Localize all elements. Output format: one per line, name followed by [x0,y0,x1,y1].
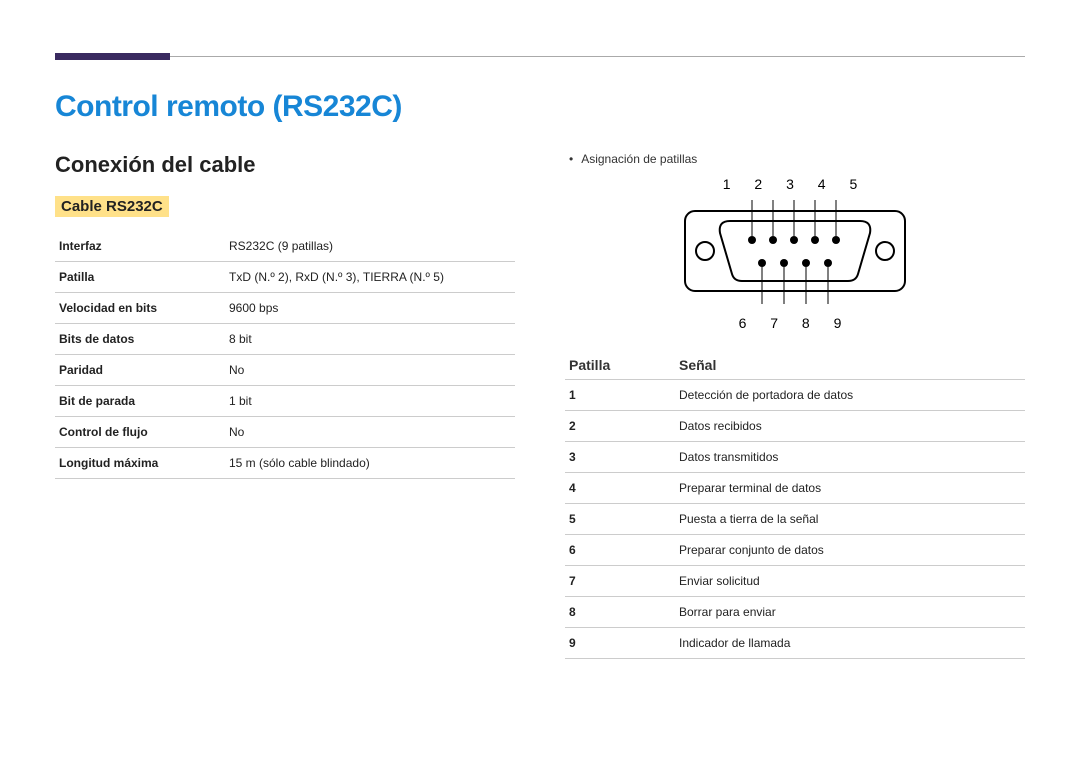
pin-number: 3 [565,442,675,473]
table-row: 9Indicador de llamada [565,628,1025,659]
bottom-pin-numbers: 6 7 8 9 [565,315,1025,331]
content-columns: Conexión del cable Cable RS232C Interfaz… [55,152,1025,659]
header-accent-bar [55,53,170,60]
table-row: Bits de datos8 bit [55,324,515,355]
spec-value: 8 bit [225,324,515,355]
pin-number: 4 [565,473,675,504]
spec-value: TxD (N.º 2), RxD (N.º 3), TIERRA (N.º 5) [225,262,515,293]
spec-label: Interfaz [55,231,225,262]
pin-signal: Preparar terminal de datos [675,473,1025,504]
spec-value: 9600 bps [225,293,515,324]
pin-number: 9 [565,628,675,659]
bullet-icon: • [569,152,573,166]
pin-number: 5 [565,504,675,535]
spec-value: No [225,355,515,386]
connector-diagram: 1 2 3 4 5 [565,176,1025,331]
page-title: Control remoto (RS232C) [55,90,1025,124]
spec-label: Bit de parada [55,386,225,417]
table-row: 4Preparar terminal de datos [565,473,1025,504]
table-row: Control de flujoNo [55,417,515,448]
spec-label: Bits de datos [55,324,225,355]
spec-value: 15 m (sólo cable blindado) [225,448,515,479]
pin-signal: Detección de portadora de datos [675,380,1025,411]
table-row: 8Borrar para enviar [565,597,1025,628]
spec-table: InterfazRS232C (9 patillas) PatillaTxD (… [55,231,515,479]
table-row: 7Enviar solicitud [565,566,1025,597]
table-row: InterfazRS232C (9 patillas) [55,231,515,262]
spec-label: Control de flujo [55,417,225,448]
signal-column-header: Señal [675,351,1025,380]
pin-column-header: Patilla [565,351,675,380]
pin-signal: Indicador de llamada [675,628,1025,659]
pin-number: 8 [565,597,675,628]
pin-signal: Enviar solicitud [675,566,1025,597]
table-row: Longitud máxima15 m (sólo cable blindado… [55,448,515,479]
left-column: Conexión del cable Cable RS232C Interfaz… [55,152,515,659]
table-row: Velocidad en bits9600 bps [55,293,515,324]
db9-connector-icon [680,196,910,306]
table-row: PatillaTxD (N.º 2), RxD (N.º 3), TIERRA … [55,262,515,293]
table-row: 2Datos recibidos [565,411,1025,442]
table-row: 3Datos transmitidos [565,442,1025,473]
spec-label: Velocidad en bits [55,293,225,324]
spec-label: Longitud máxima [55,448,225,479]
pin-signal-table: Patilla Señal 1Detección de portadora de… [565,351,1025,659]
pin-signal: Borrar para enviar [675,597,1025,628]
subsection-heading: Cable RS232C [55,196,169,217]
pin-signal: Preparar conjunto de datos [675,535,1025,566]
pin-assignment-heading: • Asignación de patillas [569,152,1025,166]
table-row: 1Detección de portadora de datos [565,380,1025,411]
spec-value: 1 bit [225,386,515,417]
spec-value: RS232C (9 patillas) [225,231,515,262]
pin-signal: Datos recibidos [675,411,1025,442]
table-row: ParidadNo [55,355,515,386]
spec-value: No [225,417,515,448]
spec-label: Paridad [55,355,225,386]
pin-number: 6 [565,535,675,566]
table-row: 6Preparar conjunto de datos [565,535,1025,566]
pin-number: 7 [565,566,675,597]
pin-signal: Datos transmitidos [675,442,1025,473]
right-column: • Asignación de patillas 1 2 3 4 5 [565,152,1025,659]
pin-number: 1 [565,380,675,411]
table-row: Bit de parada1 bit [55,386,515,417]
table-row: 5Puesta a tierra de la señal [565,504,1025,535]
pin-signal: Puesta a tierra de la señal [675,504,1025,535]
header-divider [55,56,1025,57]
spec-label: Patilla [55,262,225,293]
pin-number: 2 [565,411,675,442]
section-heading: Conexión del cable [55,152,515,178]
top-pin-numbers: 1 2 3 4 5 [565,176,1025,192]
pin-assignment-label: Asignación de patillas [581,152,697,166]
